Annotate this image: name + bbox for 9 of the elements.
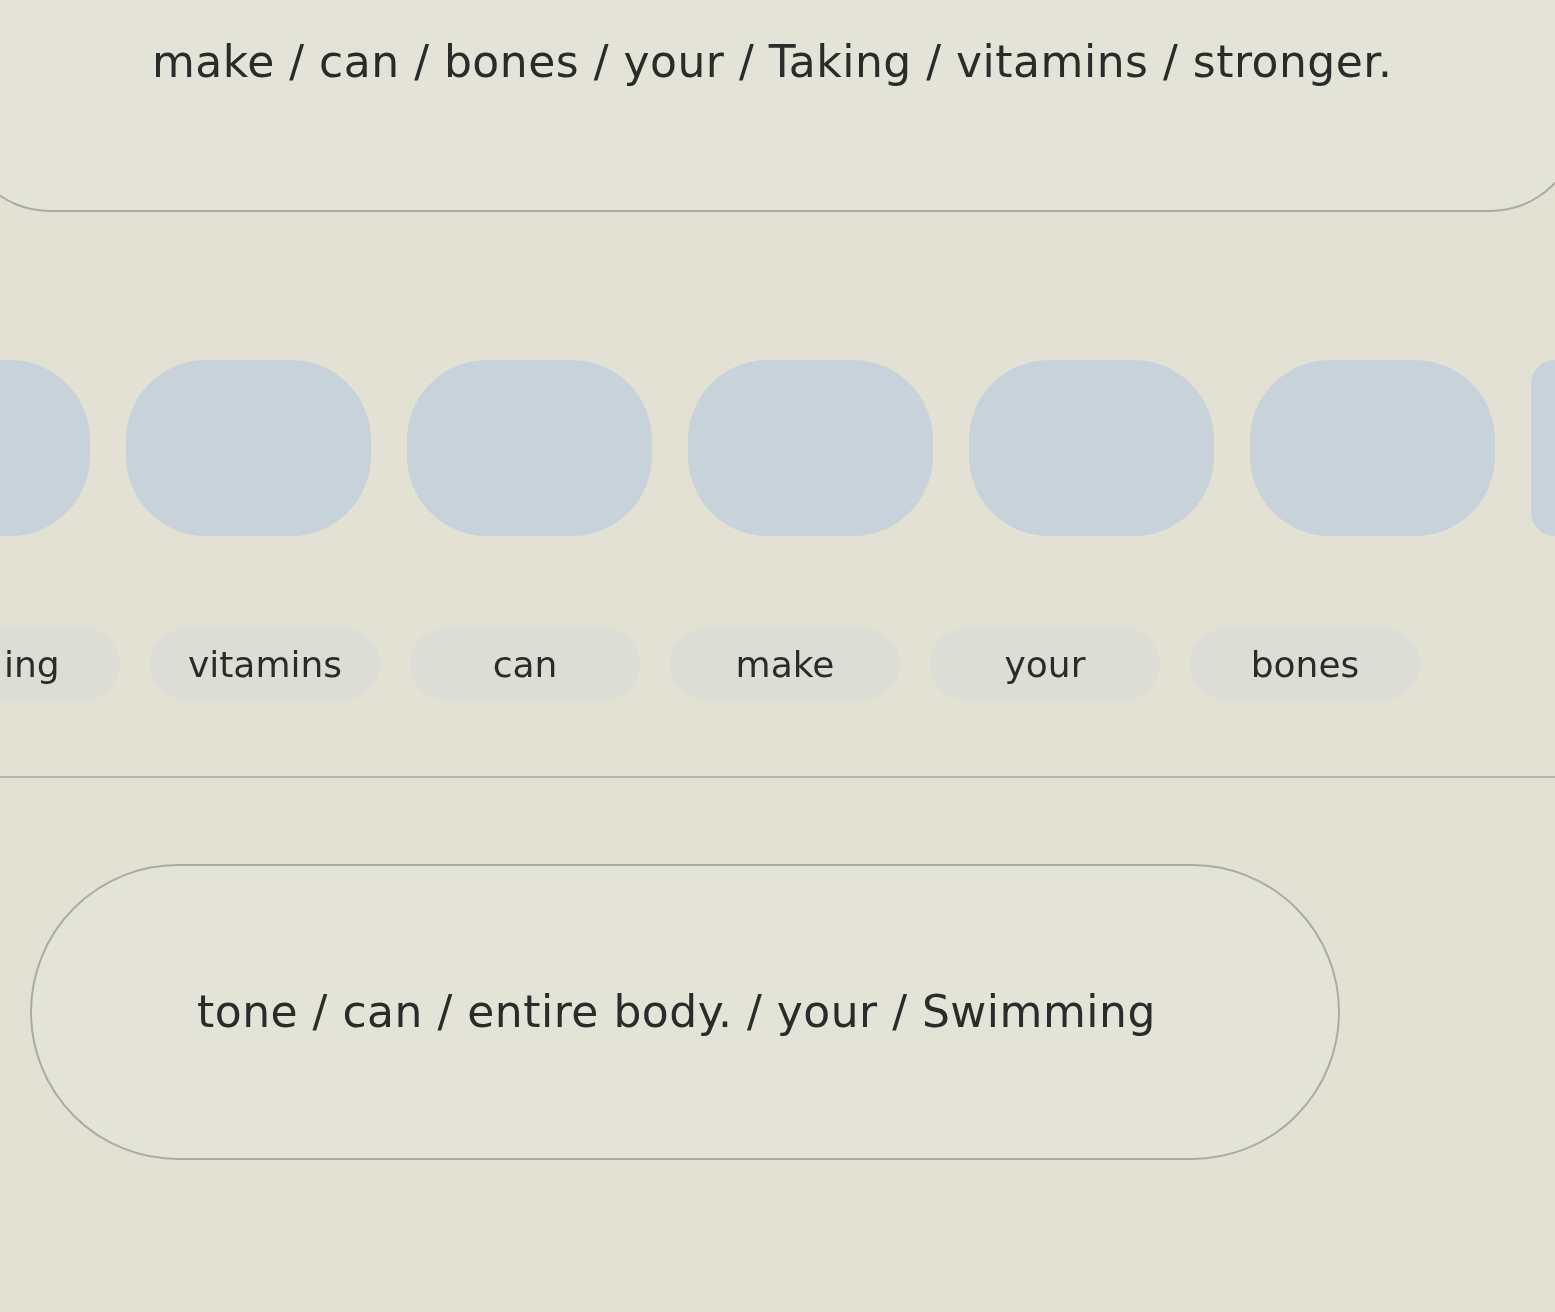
scrambled-sentence: tone / can / entire body. / your / Swimming — [197, 985, 1156, 1039]
word-chip[interactable]: your — [930, 628, 1160, 700]
word-chip[interactable]: can — [410, 628, 640, 700]
word-chip[interactable]: ing — [0, 628, 120, 700]
scrambled-sentence: make / can / bones / your / Taking / vitamins / stronger. — [152, 35, 1394, 89]
word-chip[interactable]: vitamins — [150, 628, 380, 700]
word-chip[interactable]: make — [670, 628, 900, 700]
answer-slot[interactable] — [1531, 360, 1555, 536]
word-chip[interactable]: bones — [1190, 628, 1420, 700]
